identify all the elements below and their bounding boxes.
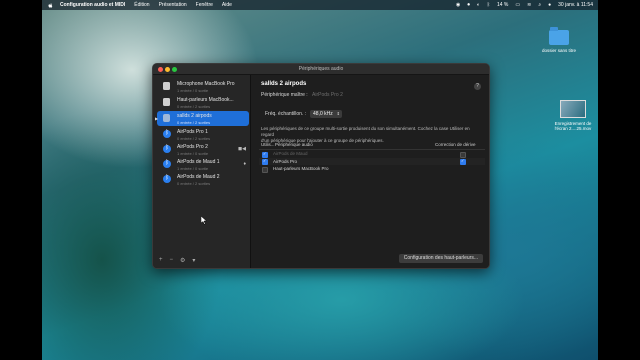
desktop-folder[interactable]: dossier sans titre: [534, 27, 584, 53]
wifi-icon[interactable]: ≋: [527, 2, 531, 8]
window-titlebar[interactable]: Périphériques audio: [153, 64, 489, 75]
table-row[interactable]: AirPods Pro: [259, 157, 485, 165]
chevron-down-icon[interactable]: ▾: [192, 257, 195, 264]
sidebar-device-1[interactable]: Haut-parleurs MacBook... 0 entrée / 2 so…: [157, 95, 249, 110]
remove-device-button[interactable]: −: [170, 257, 174, 264]
row-device-name: AirPods Pro: [273, 158, 298, 164]
bluetooth-icon: [163, 144, 171, 153]
default-output-speaker-icon: ◼◀: [238, 146, 246, 152]
bluetooth-icon: [163, 129, 171, 138]
add-device-button[interactable]: +: [159, 257, 163, 264]
siri-icon[interactable]: ●: [548, 2, 551, 8]
bluetooth-status-icon[interactable]: ᛒ: [487, 2, 490, 8]
column-use[interactable]: Utilis...: [261, 142, 275, 147]
chevron-updown-icon: ⇕: [336, 111, 340, 116]
use-checkbox[interactable]: [262, 166, 268, 173]
menu-app-name[interactable]: Configuration audio et MIDI: [60, 2, 125, 8]
video-file-icon: [560, 100, 586, 118]
device-name: Haut-parleurs MacBook...: [177, 97, 234, 103]
control-center-icon[interactable]: ◉: [456, 2, 460, 8]
default-input-microphone-icon: ♦: [243, 161, 246, 167]
menu-window[interactable]: Fenêtre: [196, 2, 213, 8]
configure-speakers-button[interactable]: Configuration des haut-parleurs...: [398, 254, 483, 263]
menu-view[interactable]: Présentation: [159, 2, 187, 8]
sidebar-device-4[interactable]: AirPods Pro 2 1 entrée / 0 sortie ◼◀: [157, 142, 249, 157]
speaker-icon: [163, 98, 170, 106]
column-drift[interactable]: Correction de dérive: [435, 142, 476, 147]
device-io: 0 entrée / 2 sorties: [177, 180, 211, 186]
battery-percent[interactable]: 14 %: [497, 2, 508, 8]
device-name: sallds 2 airpods: [177, 113, 212, 119]
sidebar-device-3[interactable]: AirPods Pro 1 0 entrée / 2 sorties: [157, 127, 249, 142]
menu-edit[interactable]: Édition: [134, 2, 149, 8]
desktop-folder-label: dossier sans titre: [541, 48, 576, 53]
device-detail-pane: sallds 2 airpods ? Périphérique maître :…: [251, 75, 489, 268]
sidebar-device-5[interactable]: AirPods de Maud 1 1 entrée / 0 sortie ♦: [157, 157, 249, 172]
device-io: 1 entrée / 0 sortie: [177, 150, 209, 156]
sample-rate-label: Fréq. échantillon. :: [265, 111, 307, 117]
aggregate-device-icon: [163, 114, 170, 122]
microphone-icon: [163, 82, 170, 90]
folder-icon: [549, 27, 569, 45]
desktop: Configuration audio et MIDI Édition Prés…: [42, 0, 598, 360]
battery-icon[interactable]: ▭: [515, 2, 520, 8]
volume-icon[interactable]: ◐: [477, 2, 480, 8]
column-device[interactable]: Périphérique audio: [275, 142, 313, 147]
master-device-value[interactable]: AirPods Pro 2: [312, 92, 343, 98]
device-io: 1 entrée / 0 sortie: [177, 87, 209, 93]
sidebar-device-0[interactable]: Microphone MacBook Pro 1 entrée / 0 sort…: [157, 79, 249, 94]
table-row[interactable]: AirPods de Maud: [259, 150, 485, 158]
menu-help[interactable]: Aide: [222, 2, 232, 8]
menu-clock[interactable]: 30 janv. à 11:54: [558, 2, 593, 8]
sidebar-toolbar: + − ⚙ ▾: [159, 257, 195, 264]
sidebar-device-2[interactable]: ▶ sallds 2 airpods 0 entrée / 2 sorties: [155, 111, 249, 126]
device-io: 0 entrée / 2 sorties: [177, 103, 211, 109]
master-device-label: Périphérique maître :: [261, 92, 308, 98]
screen-record-icon[interactable]: ⏺: [467, 2, 470, 8]
device-name: AirPods Pro 1: [177, 129, 208, 135]
table-header: Utilis... Périphérique audio Correction …: [259, 141, 485, 150]
menu-bar: Configuration audio et MIDI Édition Prés…: [42, 0, 598, 10]
gear-icon[interactable]: ⚙: [180, 257, 185, 264]
table-row[interactable]: Haut-parleurs MacBook Pro: [259, 165, 485, 173]
device-name: AirPods Pro 2: [177, 144, 208, 150]
device-name: AirPods de Maud 2: [177, 174, 220, 180]
status-area: ◉ ⏺ ◐ ᛒ 14 % ▭ ≋ ⌕ ● 30 janv. à 11:54: [456, 2, 593, 8]
device-io: 0 entrée / 2 sorties: [177, 135, 211, 141]
audio-devices-window: Périphériques audio Microphone MacBook P…: [152, 63, 490, 269]
window-title: Périphériques audio: [298, 66, 344, 72]
desktop-screen-recording[interactable]: Enregistrement de l'écran 2....25.mov: [550, 100, 596, 131]
bluetooth-icon: [163, 159, 171, 168]
device-io: 1 entrée / 0 sortie: [177, 165, 209, 171]
apple-menu-icon[interactable]: [47, 2, 54, 9]
subdevice-table: Utilis... Périphérique audio Correction …: [259, 141, 485, 173]
help-button[interactable]: ?: [474, 83, 481, 90]
device-name: AirPods de Maud 1: [177, 159, 220, 165]
device-title: sallds 2 airpods: [261, 81, 307, 87]
device-io: 0 entrée / 2 sorties: [177, 119, 211, 125]
screen-recording-label-2: l'écran 2....25.mov: [554, 126, 592, 131]
device-sidebar: Microphone MacBook Pro 1 entrée / 0 sort…: [153, 75, 251, 268]
description-line-1: Les périphériques de ce groupe multi-sor…: [261, 126, 470, 137]
row-device-name: AirPods de Maud: [273, 151, 308, 156]
device-name: Microphone MacBook Pro: [177, 81, 235, 87]
sidebar-device-6[interactable]: AirPods de Maud 2 0 entrée / 2 sorties: [157, 172, 249, 187]
sample-rate-select[interactable]: 48,0 kHz ⇕: [310, 110, 342, 118]
bluetooth-icon: [163, 174, 171, 183]
mouse-cursor-icon: [201, 216, 207, 225]
sample-rate-value: 48,0 kHz: [313, 111, 333, 117]
search-icon[interactable]: ⌕: [538, 2, 541, 8]
row-device-name: Haut-parleurs MacBook Pro: [273, 166, 329, 171]
disclosure-arrow-icon[interactable]: ▶: [155, 116, 158, 121]
